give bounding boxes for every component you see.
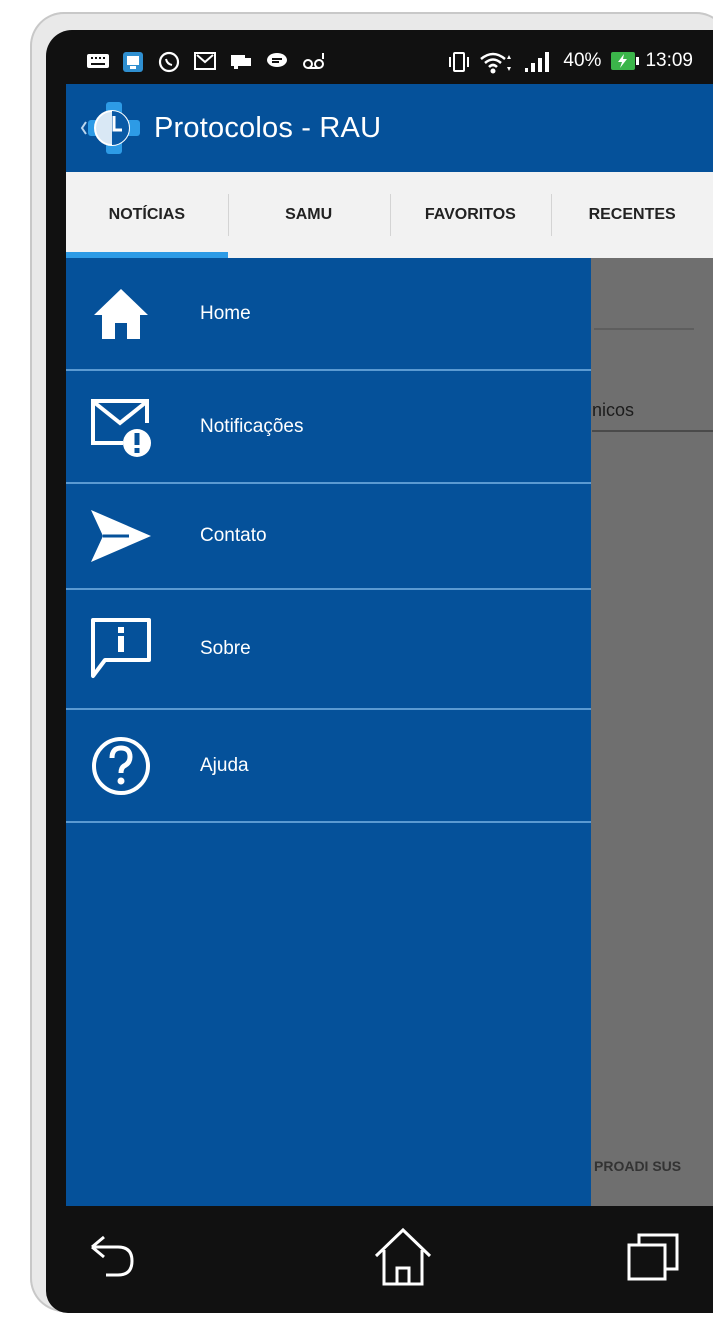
home-icon: [86, 279, 156, 349]
battery-percent: 40%: [563, 50, 602, 71]
drawer-item-ajuda[interactable]: Ajuda: [66, 710, 591, 823]
footer-logo-text: PROADI SUS: [594, 1158, 682, 1174]
tab-favoritos[interactable]: FAVORITOS: [389, 172, 552, 258]
whatsapp-icon: [158, 51, 180, 73]
vibrate-icon: [447, 51, 470, 72]
drawer-item-label: Sobre: [200, 638, 251, 659]
back-icon[interactable]: [82, 1227, 142, 1292]
gmail-icon: [194, 51, 216, 71]
drawer-item-label: Ajuda: [200, 754, 249, 776]
tab-bar: NOTÍCIAS SAMU FAVORITOS RECENTES: [66, 172, 713, 258]
info-icon: [86, 614, 156, 684]
drawer-item-contato[interactable]: Contato: [66, 484, 591, 590]
app-logo-icon[interactable]: [80, 96, 144, 160]
status-bar: 40% 13:09: [66, 38, 713, 84]
drawer-item-label: Notificações: [200, 415, 304, 437]
home-nav-icon[interactable]: [370, 1224, 436, 1295]
tab-samu[interactable]: SAMU: [227, 172, 390, 258]
voicemail-icon: [302, 51, 324, 71]
mail-alert-icon: [86, 392, 156, 462]
drawer-item-home[interactable]: Home: [66, 258, 591, 371]
wifi-icon: [479, 51, 513, 74]
help-icon: [86, 731, 156, 801]
signal-icon: [523, 51, 553, 72]
divider: [594, 328, 694, 330]
app-icon: [122, 51, 144, 72]
app-bar: Protocolos - RAU: [66, 84, 713, 172]
drawer-item-label: Contato: [200, 525, 267, 546]
recents-icon[interactable]: [623, 1227, 683, 1292]
divider: [592, 430, 713, 432]
message-icon: [266, 51, 288, 71]
partial-content-text: nicos: [592, 400, 635, 420]
drawer-item-label: Home: [200, 302, 251, 324]
tab-noticias[interactable]: NOTÍCIAS: [66, 172, 228, 258]
battery-charging-icon: [611, 52, 640, 70]
keyboard-icon: [86, 51, 109, 71]
navigation-drawer: Home Notificações Contato Sobre Ajuda: [66, 258, 591, 1206]
tab-recentes[interactable]: RECENTES: [551, 172, 713, 258]
status-time: 13:09: [645, 50, 693, 71]
system-nav-bar: [66, 1206, 713, 1312]
chat-icon: [230, 51, 252, 71]
send-icon: [86, 501, 156, 571]
app-title: Protocolos - RAU: [154, 111, 382, 144]
drawer-item-notificacoes[interactable]: Notificações: [66, 371, 591, 484]
drawer-item-sobre[interactable]: Sobre: [66, 590, 591, 710]
